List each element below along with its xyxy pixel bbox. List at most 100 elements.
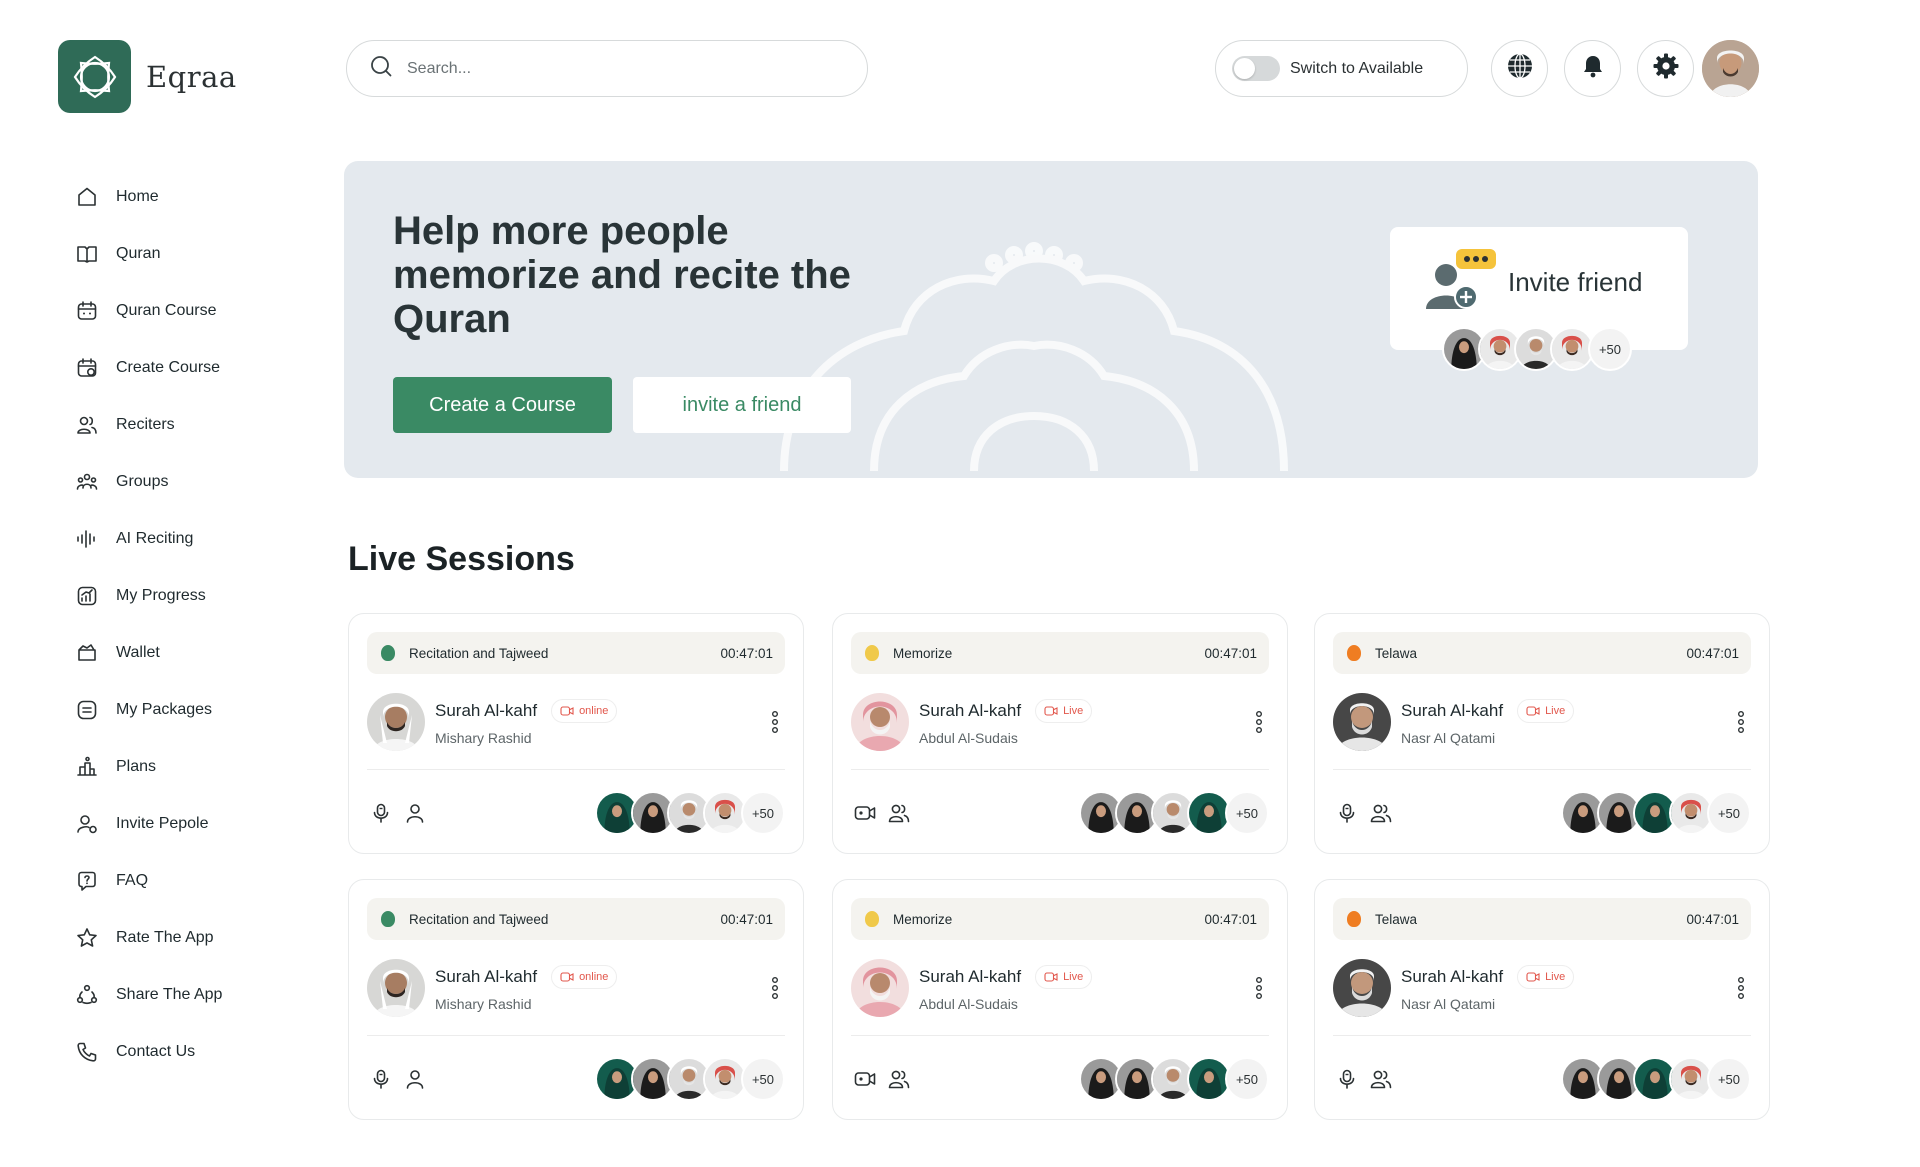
sidebar-item-contact-us[interactable]: Contact Us (74, 1023, 314, 1080)
session-card[interactable]: Recitation and Tajweed 00:47:01 Surah Al… (348, 879, 804, 1120)
session-info: Surah Al-kahf online Mishary Rashid (367, 958, 785, 1018)
create-course-button[interactable]: Create a Course (393, 377, 612, 433)
sidebar-item-plans[interactable]: Plans (74, 738, 314, 795)
sidebar-item-create-course[interactable]: Create Course (74, 339, 314, 396)
video-camera-icon (560, 971, 574, 983)
participants-stack[interactable]: +50 (595, 1057, 785, 1101)
category-dot-icon (865, 911, 879, 927)
session-footer: +50 (851, 1056, 1269, 1102)
session-footer: +50 (367, 1056, 785, 1102)
sidebar-item-label: Plans (116, 757, 157, 775)
session-card[interactable]: Telawa 00:47:01 Surah Al-kahf Live Nasr … (1314, 879, 1770, 1120)
more-options-icon[interactable] (1249, 973, 1269, 1003)
sidebar-item-ai-reciting[interactable]: AI Reciting (74, 510, 314, 567)
session-card[interactable]: Memorize 00:47:01 Surah Al-kahf Live Abd… (832, 879, 1288, 1120)
toggle-switch[interactable] (1232, 56, 1280, 81)
sidebar-item-label: Rate The App (116, 928, 214, 946)
group-icon (1367, 799, 1395, 827)
user-avatar[interactable] (1702, 40, 1759, 97)
reciter-avatar (367, 693, 425, 751)
sidebar-item-quran[interactable]: Quran (74, 225, 314, 282)
sidebar-item-faq[interactable]: FAQ (74, 852, 314, 909)
app-logo[interactable]: Eqraa (58, 40, 237, 113)
session-timer: 00:47:01 (1686, 911, 1739, 927)
session-info: Surah Al-kahf Live Abdul Al-Sudais (851, 958, 1269, 1018)
status-badge: online (551, 698, 618, 723)
sidebar-item-label: My Progress (116, 586, 206, 604)
status-label: Live (1063, 704, 1084, 717)
person-icon (401, 799, 429, 827)
sidebar-item-rate-the-app[interactable]: Rate The App (74, 909, 314, 966)
session-card[interactable]: Recitation and Tajweed 00:47:01 Surah Al… (348, 613, 804, 854)
gear-icon (1652, 52, 1680, 85)
session-info: Surah Al-kahf Live Nasr Al Qatami (1333, 692, 1751, 752)
search-input[interactable] (407, 59, 827, 78)
session-category-bar: Recitation and Tajweed 00:47:01 (367, 632, 785, 674)
users-icon (74, 412, 100, 438)
reciter-avatar (1333, 693, 1391, 751)
status-badge: Live (1035, 698, 1093, 723)
session-category: Recitation and Tajweed (409, 911, 549, 927)
video-camera-icon (1526, 705, 1540, 717)
settings-button[interactable] (1637, 40, 1694, 97)
availability-toggle[interactable]: Switch to Available (1215, 40, 1468, 97)
sidebar-item-label: FAQ (116, 871, 149, 889)
sidebar-item-label: Create Course (116, 358, 221, 376)
availability-label: Switch to Available (1290, 59, 1424, 77)
session-details: Surah Al-kahf Live Abdul Al-Sudais (919, 964, 1249, 1012)
video-camera-icon (1044, 705, 1058, 717)
notifications-button[interactable] (1564, 40, 1621, 97)
sidebar-item-share-the-app[interactable]: Share The App (74, 966, 314, 1023)
language-button[interactable] (1491, 40, 1548, 97)
package-icon (74, 697, 100, 723)
session-category: Telawa (1375, 645, 1418, 661)
question-icon (74, 868, 100, 894)
waveform-icon (74, 526, 100, 552)
more-options-icon[interactable] (1731, 707, 1751, 737)
more-count: +50 (1588, 327, 1632, 371)
session-category-bar: Recitation and Tajweed 00:47:01 (367, 898, 785, 940)
session-info: Surah Al-kahf Live Nasr Al Qatami (1333, 958, 1751, 1018)
sidebar-item-wallet[interactable]: Wallet (74, 624, 314, 681)
more-options-icon[interactable] (1249, 707, 1269, 737)
divider (1333, 1035, 1751, 1036)
video-camera-icon (1526, 971, 1540, 983)
sidebar-item-home[interactable]: Home (74, 168, 314, 225)
sidebar-item-quran-course[interactable]: Quran Course (74, 282, 314, 339)
participants-stack[interactable]: +50 (595, 791, 785, 835)
more-options-icon[interactable] (765, 973, 785, 1003)
participants-stack[interactable]: +50 (1079, 791, 1269, 835)
more-options-icon[interactable] (1731, 973, 1751, 1003)
video-camera-icon (1044, 971, 1058, 983)
more-count: +50 (741, 791, 785, 835)
invite-friend-button[interactable]: invite a friend (633, 377, 851, 433)
sidebar-item-my-progress[interactable]: My Progress (74, 567, 314, 624)
sidebar-item-invite-pepole[interactable]: Invite Pepole (74, 795, 314, 852)
home-icon (74, 184, 100, 210)
video-camera-icon (851, 1065, 879, 1093)
sidebar-item-reciters[interactable]: Reciters (74, 396, 314, 453)
session-card[interactable]: Telawa 00:47:01 Surah Al-kahf Live Nasr … (1314, 613, 1770, 854)
reciter-name: Mishary Rashid (435, 995, 532, 1012)
participants-stack[interactable]: +50 (1561, 1057, 1751, 1101)
calendar-icon (74, 298, 100, 324)
star-icon (74, 925, 100, 951)
session-card[interactable]: Memorize 00:47:01 Surah Al-kahf Live Abd… (832, 613, 1288, 854)
status-label: Live (1545, 704, 1566, 717)
invite-card-label: Invite friend (1508, 267, 1643, 297)
participants-stack[interactable]: +50 (1079, 1057, 1269, 1101)
search-icon (369, 54, 393, 83)
sidebar-item-label: Share The App (116, 985, 223, 1003)
participants-stack[interactable]: +50 (1561, 791, 1751, 835)
session-footer: +50 (1333, 790, 1751, 836)
surah-name: Surah Al-kahf (919, 700, 1022, 720)
promo-banner: Help more people memorize and recite the… (344, 161, 1758, 478)
search-bar[interactable] (346, 40, 868, 97)
sidebar-item-groups[interactable]: Groups (74, 453, 314, 510)
sidebar-item-my-packages[interactable]: My Packages (74, 681, 314, 738)
more-options-icon[interactable] (765, 707, 785, 737)
session-category: Telawa (1375, 911, 1418, 927)
more-count: +50 (1225, 1057, 1269, 1101)
invite-friend-card[interactable]: Invite friend +50 (1390, 227, 1688, 371)
session-category-bar: Telawa 00:47:01 (1333, 632, 1751, 674)
